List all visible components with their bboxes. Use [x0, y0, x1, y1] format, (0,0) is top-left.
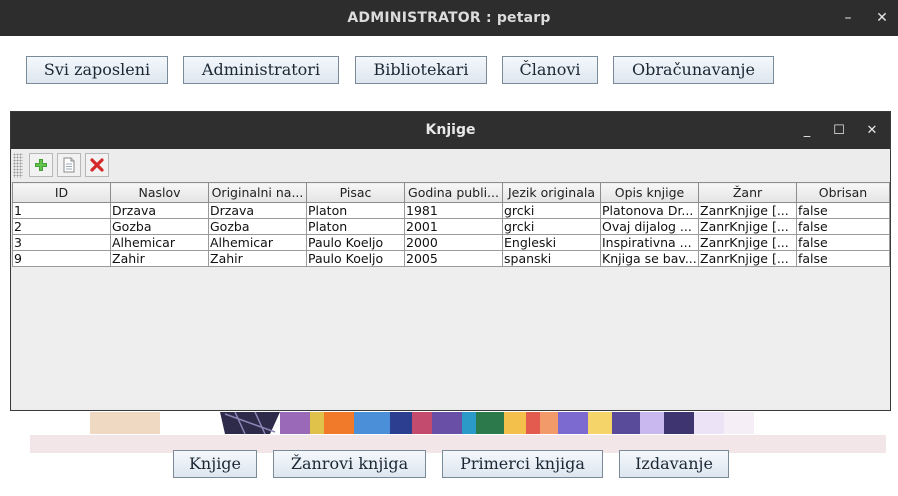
window-title: ADMINISTRATOR : petarp [347, 10, 551, 26]
column-header[interactable]: Pisac [306, 182, 405, 203]
table-cell[interactable]: Engleski [502, 234, 601, 251]
edit-document-icon [63, 157, 75, 173]
table-cell[interactable]: 2 [12, 218, 111, 235]
table-cell[interactable]: Gozba [110, 218, 209, 235]
background-books-illustration [90, 412, 754, 435]
table-header-row: ID Naslov Originalni na... Pisac Godina … [12, 182, 890, 203]
delete-icon [90, 158, 104, 172]
table-cell[interactable]: Platon [306, 202, 405, 219]
table-cell[interactable]: 2001 [404, 218, 503, 235]
table-cell[interactable]: 2005 [404, 250, 503, 267]
knjige-internal-frame: Knjige _ ☐ ✕ ID Naslov Originalni na... … [10, 111, 891, 411]
table-cell[interactable]: Paulo Koeljo [306, 234, 405, 251]
table-cell[interactable]: Alhemicar [208, 234, 307, 251]
nav-button-administratori[interactable]: Administratori [183, 56, 339, 84]
table-cell[interactable]: grcki [502, 202, 601, 219]
table-cell[interactable]: false [796, 234, 890, 251]
close-button[interactable]: ✕ [872, 0, 892, 36]
table-cell[interactable]: Zahir [208, 250, 307, 267]
nav-button-bibliotekari[interactable]: Bibliotekari [355, 56, 487, 84]
knjige-toolbar [12, 150, 889, 181]
column-header[interactable]: Žanr [698, 182, 797, 203]
delete-button[interactable] [85, 153, 109, 177]
knjige-title: Knjige [425, 122, 476, 138]
add-button[interactable] [29, 153, 53, 177]
table-cell[interactable]: spanski [502, 250, 601, 267]
frame-maximize-button[interactable]: ☐ [831, 112, 847, 149]
knjige-titlebar[interactable]: Knjige _ ☐ ✕ [11, 112, 890, 149]
table-cell[interactable]: Platon [306, 218, 405, 235]
table-cell[interactable]: ZanrKnjige [... [698, 218, 797, 235]
frame-close-button[interactable]: ✕ [864, 112, 880, 149]
nav-button-primerci-knjiga[interactable]: Primerci knjiga [442, 450, 603, 478]
table-cell[interactable]: Knjiga se bav... [600, 250, 699, 267]
edit-button[interactable] [57, 153, 81, 177]
table-cell[interactable]: false [796, 202, 890, 219]
table-cell[interactable]: Gozba [208, 218, 307, 235]
table-cell[interactable]: Zahir [110, 250, 209, 267]
column-header[interactable]: Opis knjige [600, 182, 699, 203]
add-icon [35, 159, 47, 171]
table-cell[interactable]: ZanrKnjige [... [698, 250, 797, 267]
table-cell[interactable]: ZanrKnjige [... [698, 202, 797, 219]
table-cell[interactable]: Drzava [208, 202, 307, 219]
column-header[interactable]: Naslov [110, 182, 209, 203]
table-cell[interactable]: 3 [12, 234, 111, 251]
column-header[interactable]: Jezik originala [502, 182, 601, 203]
table-cell[interactable]: 2000 [404, 234, 503, 251]
table-cell[interactable]: 9 [12, 250, 111, 267]
table-cell[interactable]: Alhemicar [110, 234, 209, 251]
nav-button-obracunavanje[interactable]: Obračunavanje [613, 56, 774, 84]
column-header[interactable]: Godina publi... [404, 182, 503, 203]
table-cell[interactable]: Inspirativna ... [600, 234, 699, 251]
table-cell[interactable]: Paulo Koeljo [306, 250, 405, 267]
column-header[interactable]: ID [12, 182, 111, 203]
toolbar-grip-handle[interactable] [13, 153, 23, 178]
nav-button-izdavanje[interactable]: Izdavanje [619, 450, 729, 478]
minimize-button[interactable]: – [838, 0, 858, 36]
knjige-table-viewport[interactable]: ID Naslov Originalni na... Pisac Godina … [12, 182, 890, 408]
knjige-table: ID Naslov Originalni na... Pisac Godina … [12, 182, 890, 267]
nav-button-svi-zaposleni[interactable]: Svi zaposleni [26, 56, 168, 84]
main-titlebar: ADMINISTRATOR : petarp – ✕ [0, 0, 898, 36]
table-cell[interactable]: ZanrKnjige [... [698, 234, 797, 251]
nav-button-zanrovi-knjiga[interactable]: Žanrovi knjiga [273, 450, 426, 478]
table-cell[interactable]: grcki [502, 218, 601, 235]
table-row[interactable]: 3 Alhemicar Alhemicar Paulo Koeljo 2000 … [12, 234, 890, 251]
nav-button-knjige[interactable]: Knjige [173, 450, 257, 478]
table-cell[interactable]: Ovaj dijalog ... [600, 218, 699, 235]
column-header[interactable]: Obrisan [796, 182, 890, 203]
table-cell[interactable]: false [796, 250, 890, 267]
table-cell[interactable]: false [796, 218, 890, 235]
table-cell[interactable]: 1 [12, 202, 111, 219]
table-row[interactable]: 9 Zahir Zahir Paulo Koeljo 2005 spanski … [12, 250, 890, 267]
table-row[interactable]: 1 Drzava Drzava Platon 1981 grcki Platon… [12, 202, 890, 219]
table-cell[interactable]: 1981 [404, 202, 503, 219]
table-row[interactable]: 2 Gozba Gozba Platon 2001 grcki Ovaj dij… [12, 218, 890, 235]
frame-minimize-button[interactable]: _ [799, 112, 815, 149]
column-header[interactable]: Originalni na... [208, 182, 307, 203]
table-cell[interactable]: Drzava [110, 202, 209, 219]
table-cell[interactable]: Platonova Dr... [600, 202, 699, 219]
nav-button-clanovi[interactable]: Članovi [502, 56, 598, 84]
